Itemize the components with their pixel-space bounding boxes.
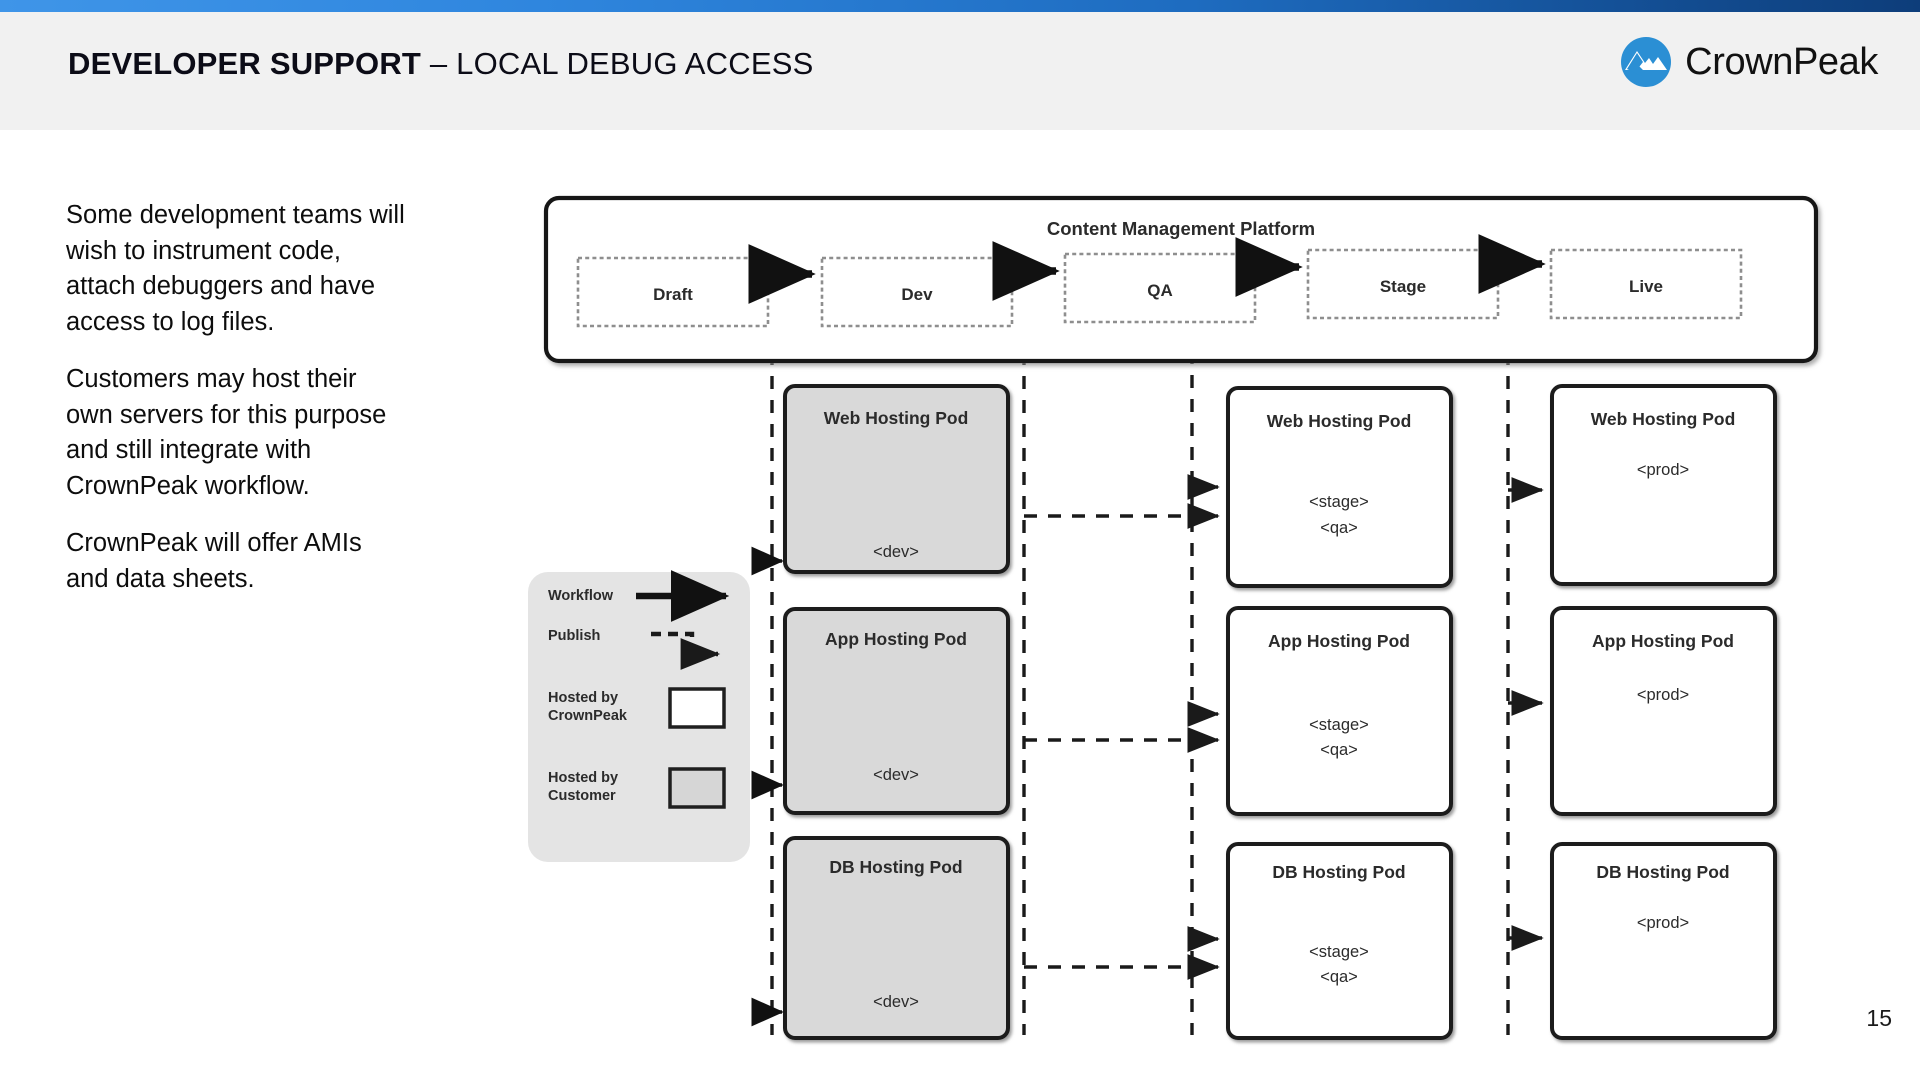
pod-title-db-stage: DB Hosting Pod [1272, 862, 1405, 882]
pod-env-db-dev: <dev> [873, 993, 919, 1011]
stage-label-qa: QA [1147, 281, 1173, 300]
stage-qa-column: Web Hosting Pod <stage> <qa> App Hosting… [1226, 386, 1453, 1040]
pod-title-app-dev: App Hosting Pod [825, 629, 967, 649]
pod-db-dev[interactable]: DB Hosting Pod <dev> [783, 836, 1010, 1040]
pod-env-web-prod: <prod> [1637, 461, 1689, 479]
legend: Workflow Publish Hosted by CrownPeak Hos… [528, 570, 750, 862]
pod-title-web-stage: Web Hosting Pod [1267, 411, 1412, 431]
platform-label: Content Management Platform [1047, 218, 1315, 239]
pod-env-app-dev: <dev> [873, 766, 919, 784]
pod-env-app-qa: <qa> [1320, 741, 1358, 759]
legend-label-hosted-crownpeak-l2: CrownPeak [548, 708, 628, 724]
pod-env-app-stage: <stage> [1309, 716, 1369, 734]
pod-title-db-prod: DB Hosting Pod [1596, 862, 1729, 882]
stage-box-qa[interactable]: QA [1063, 252, 1257, 324]
pod-title-app-prod: App Hosting Pod [1592, 631, 1734, 651]
legend-label-workflow: Workflow [548, 588, 614, 604]
prod-column: Web Hosting Pod <prod> App Hosting Pod <… [1550, 384, 1777, 1040]
pod-web-prod[interactable]: Web Hosting Pod <prod> [1550, 384, 1777, 586]
pod-env-web-dev: <dev> [873, 543, 919, 561]
pod-title-web-prod: Web Hosting Pod [1591, 409, 1736, 429]
pod-env-app-prod: <prod> [1637, 686, 1689, 704]
pod-app-prod[interactable]: App Hosting Pod <prod> [1550, 606, 1777, 816]
stage-box-live[interactable]: Live [1549, 248, 1743, 320]
stage-label-stage: Stage [1380, 277, 1426, 296]
pod-web-dev[interactable]: Web Hosting Pod <dev> [783, 384, 1010, 574]
pod-title-db-dev: DB Hosting Pod [829, 857, 962, 877]
stage-label-dev: Dev [901, 285, 933, 304]
stage-box-draft[interactable]: Draft [576, 256, 770, 328]
pod-title-web-dev: Web Hosting Pod [824, 408, 969, 428]
slide-canvas: DEVELOPER SUPPORT – LOCAL DEBUG ACCESS C… [0, 0, 1920, 1080]
legend-label-hosted-crownpeak-l1: Hosted by [548, 690, 618, 706]
content-management-platform: Content Management Platform Draft Dev QA… [543, 195, 1819, 364]
legend-label-publish: Publish [548, 628, 600, 644]
architecture-diagram: Content Management Platform Draft Dev QA… [528, 195, 1819, 1040]
stage-box-stage[interactable]: Stage [1306, 248, 1500, 320]
pod-env-web-stage: <stage> [1309, 493, 1369, 511]
stage-label-draft: Draft [653, 285, 693, 304]
pod-web-stage[interactable]: Web Hosting Pod <stage> <qa> [1226, 386, 1453, 588]
pod-env-web-qa: <qa> [1320, 519, 1358, 537]
legend-label-hosted-customer-l1: Hosted by [548, 770, 618, 786]
pod-env-db-prod: <prod> [1637, 914, 1689, 932]
legend-swatch-crownpeak [668, 687, 726, 729]
pod-db-prod[interactable]: DB Hosting Pod <prod> [1550, 842, 1777, 1040]
stage-label-live: Live [1629, 277, 1663, 296]
stage-box-dev[interactable]: Dev [820, 256, 1014, 328]
pod-app-stage[interactable]: App Hosting Pod <stage> <qa> [1226, 606, 1453, 816]
page-number: 15 [1866, 1005, 1892, 1031]
pod-title-app-stage: App Hosting Pod [1268, 631, 1410, 651]
pod-app-dev[interactable]: App Hosting Pod <dev> [783, 607, 1010, 815]
pod-env-db-qa: <qa> [1320, 968, 1358, 986]
legend-swatch-customer [668, 767, 726, 809]
pod-env-db-stage: <stage> [1309, 943, 1369, 961]
legend-label-hosted-customer-l2: Customer [548, 788, 616, 804]
dev-column: Web Hosting Pod <dev> App Hosting Pod <d… [783, 384, 1010, 1040]
pod-db-stage[interactable]: DB Hosting Pod <stage> <qa> [1226, 842, 1453, 1040]
